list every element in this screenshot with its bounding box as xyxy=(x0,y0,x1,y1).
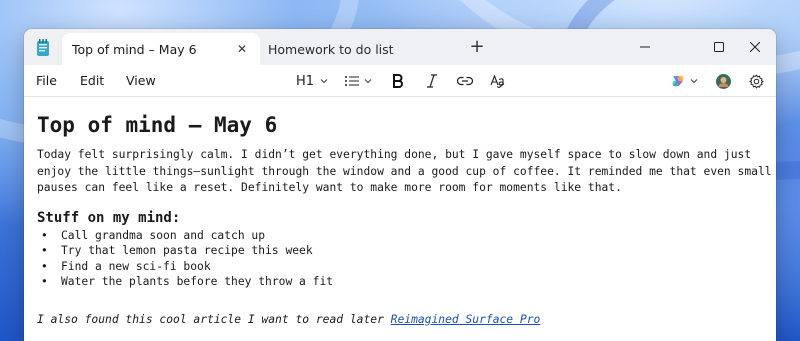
close-window-button[interactable] xyxy=(736,33,774,61)
list-icon xyxy=(345,76,359,86)
menu-file[interactable]: File xyxy=(36,73,57,88)
close-icon xyxy=(750,42,760,52)
link-button[interactable] xyxy=(457,71,473,91)
copilot-icon xyxy=(672,75,684,87)
article-link[interactable]: Reimagined Surface Pro xyxy=(391,313,541,326)
document-paragraph: Today felt surprisingly calm. I didn’t g… xyxy=(37,148,772,194)
link-icon xyxy=(457,76,473,86)
close-tab-icon[interactable]: ✕ xyxy=(234,41,250,57)
tab-label: Top of mind – May 6 xyxy=(72,41,197,57)
heading-label: H1 xyxy=(296,73,315,89)
notepad-window: Top of mind – May 6 ✕ Homework to do lis… xyxy=(24,29,776,341)
article-text: I also found this cool article I want to… xyxy=(37,312,391,326)
avatar xyxy=(716,73,731,89)
heading-dropdown[interactable]: H1 xyxy=(296,71,329,91)
bullet-icon: • xyxy=(41,228,48,242)
document-editor[interactable]: Top of mind – May 6 Today felt surprisin… xyxy=(24,97,776,328)
settings-button[interactable] xyxy=(749,71,764,91)
bold-button[interactable] xyxy=(392,71,404,91)
menu-edit[interactable]: Edit xyxy=(80,73,104,88)
section-heading: Stuff on my mind: xyxy=(37,209,181,226)
chevron-down-icon xyxy=(690,79,698,84)
copilot-dropdown[interactable] xyxy=(670,71,699,91)
document-title: Top of mind – May 6 xyxy=(37,113,278,137)
chevron-down-icon xyxy=(320,79,328,84)
chevron-down-icon xyxy=(364,79,372,84)
menu-bar: File Edit View H1 xyxy=(24,65,776,97)
menu-view[interactable]: View xyxy=(126,73,156,88)
spellcheck-button[interactable] xyxy=(490,71,506,91)
notepad-app-icon xyxy=(37,39,49,56)
article-line: I also found this cool article I want to… xyxy=(37,312,776,328)
tab-top-of-mind[interactable]: Top of mind – May 6 ✕ xyxy=(62,33,260,65)
list-item: • Try that lemon pasta recipe this week xyxy=(41,244,313,257)
bullet-icon: • xyxy=(41,275,48,288)
tab-homework[interactable]: Homework to do list xyxy=(268,33,464,65)
new-tab-icon[interactable]: + xyxy=(467,37,487,57)
minimize-icon xyxy=(640,46,650,48)
title-bar: Top of mind – May 6 ✕ Homework to do lis… xyxy=(24,29,776,65)
maximize-button[interactable] xyxy=(700,33,738,61)
tab-label: Homework to do list xyxy=(268,41,394,57)
list-item: • Call grandma soon and catch up xyxy=(41,228,266,242)
italic-icon xyxy=(427,74,437,88)
list-item: • Find a new sci-fi book xyxy=(41,259,211,273)
spellcheck-icon xyxy=(490,74,505,88)
settings-icon xyxy=(749,73,764,89)
account-button[interactable] xyxy=(716,71,731,91)
bullet-icon: • xyxy=(41,244,48,257)
italic-button[interactable] xyxy=(426,71,438,91)
list-dropdown[interactable] xyxy=(344,71,373,91)
list-item: • Water the plants before they throw a fi… xyxy=(41,275,334,288)
bullet-list: • Call grandma soon and catch up • Try tha… xyxy=(37,228,776,290)
maximize-icon xyxy=(714,42,724,52)
bold-icon xyxy=(393,74,403,88)
minimize-button[interactable] xyxy=(626,33,664,61)
bullet-icon: • xyxy=(41,259,48,273)
